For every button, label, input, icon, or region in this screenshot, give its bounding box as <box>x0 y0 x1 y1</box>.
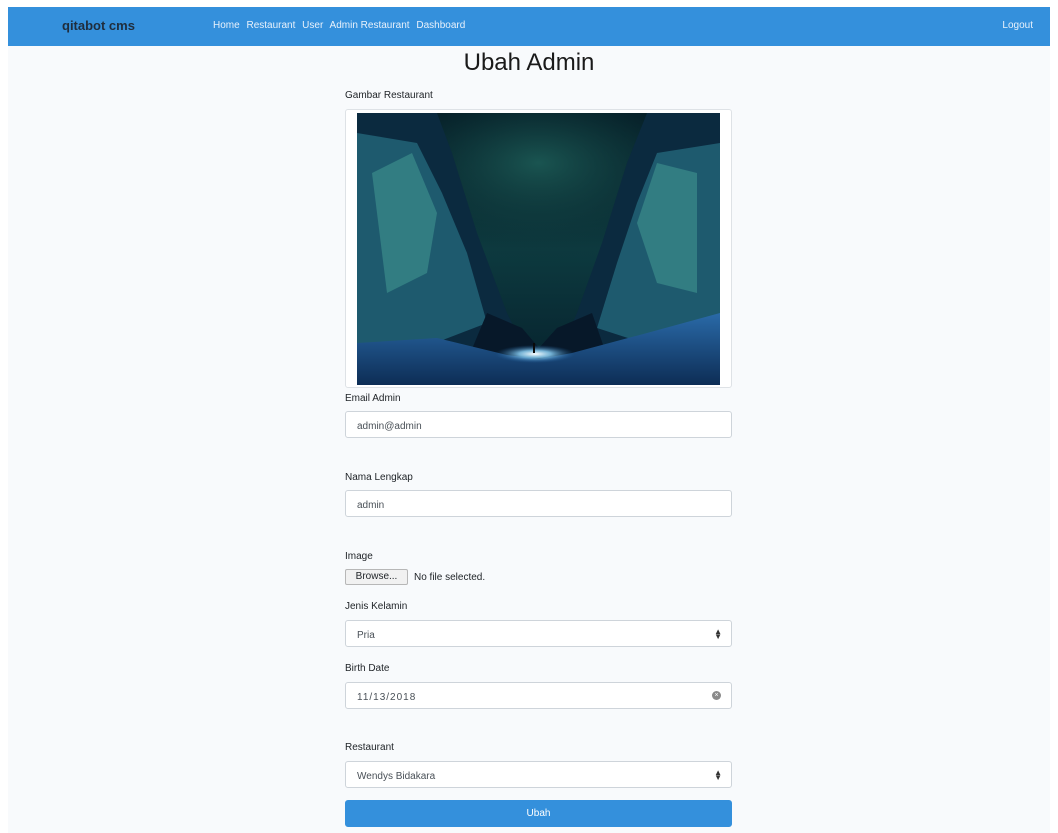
restaurant-image <box>357 113 720 385</box>
page-title: Ubah Admin <box>463 49 595 76</box>
navbar: qitabot cms Home Restaurant User Admin R… <box>8 7 1050 46</box>
image-label: Gambar Restaurant <box>345 90 433 101</box>
file-status: No file selected. <box>414 572 486 583</box>
nav-link-user[interactable]: User <box>302 20 323 31</box>
email-value: admin@admin <box>357 421 422 432</box>
browse-button[interactable]: Browse... <box>345 569 408 585</box>
name-input[interactable]: admin <box>345 490 732 517</box>
nav-link-home[interactable]: Home <box>213 20 240 31</box>
nav-links: Home Restaurant User Admin Restaurant Da… <box>213 20 469 31</box>
logout-link[interactable]: Logout <box>1002 20 1033 31</box>
name-value: admin <box>357 500 385 511</box>
nav-link-dashboard[interactable]: Dashboard <box>416 20 465 31</box>
brand-logo[interactable]: qitabot cms <box>62 18 135 33</box>
clear-circle-icon[interactable]: × <box>712 691 721 700</box>
file-label: Image <box>345 551 373 562</box>
name-label: Nama Lengkap <box>345 472 413 483</box>
submit-button[interactable]: Ubah <box>345 800 732 827</box>
page: qitabot cms Home Restaurant User Admin R… <box>8 7 1050 833</box>
restaurant-select[interactable]: Wendys Bidakara ▲ ▼ <box>345 761 732 788</box>
restaurant-image-frame <box>345 109 732 388</box>
gender-label: Jenis Kelamin <box>345 601 408 612</box>
nav-link-admin-restaurant[interactable]: Admin Restaurant <box>330 20 410 31</box>
birth-date-label: Birth Date <box>345 663 390 674</box>
email-label: Email Admin <box>345 393 401 404</box>
updown-chevron-icon: ▲ ▼ <box>714 768 722 782</box>
restaurant-label: Restaurant <box>345 742 394 753</box>
birth-date-input[interactable]: 11/13/2018 × <box>345 682 732 709</box>
birth-date-value: 11/13/2018 <box>357 692 417 703</box>
updown-chevron-icon: ▲ ▼ <box>714 627 722 641</box>
gender-value: Pria <box>357 630 375 641</box>
restaurant-value: Wendys Bidakara <box>357 771 436 782</box>
gender-select[interactable]: Pria ▲ ▼ <box>345 620 732 647</box>
email-input[interactable]: admin@admin <box>345 411 732 438</box>
nav-link-restaurant[interactable]: Restaurant <box>246 20 295 31</box>
